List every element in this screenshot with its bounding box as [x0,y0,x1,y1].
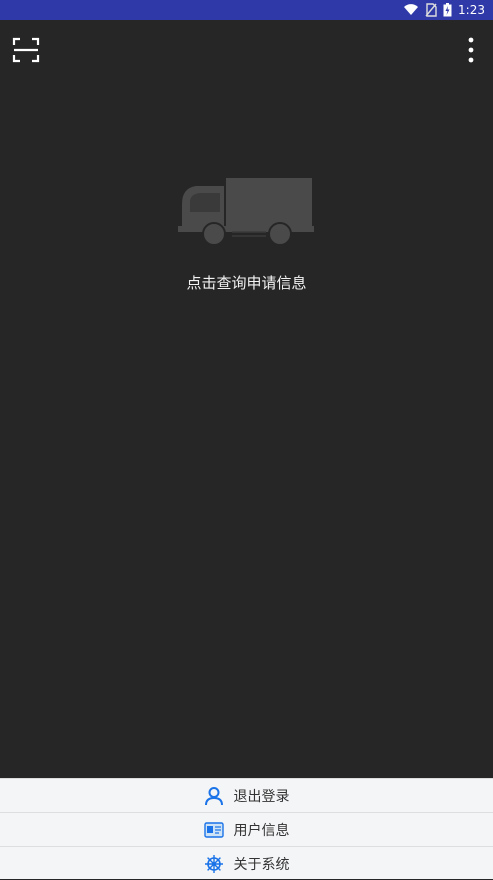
helm-icon [204,854,223,873]
about-system-button[interactable]: 关于系统 [0,847,493,880]
more-vert-icon [468,37,474,63]
wifi-icon [404,4,419,16]
logout-button[interactable]: 退出登录 [0,779,493,813]
status-time: 1:23 [458,3,485,17]
id-card-icon [203,821,224,838]
no-sim-icon [425,3,437,17]
truck-icon [178,178,314,246]
user-info-button[interactable]: 用户信息 [0,813,493,847]
logout-label: 退出登录 [233,788,290,805]
about-system-label: 关于系统 [233,856,290,873]
overflow-menu-button[interactable] [463,34,479,66]
scan-icon [12,37,40,63]
status-icons: 1:23 [403,0,485,20]
user-info-label: 用户信息 [233,822,290,839]
scan-button[interactable] [10,34,42,66]
empty-state[interactable]: 点击查询申请信息 [0,170,493,310]
query-hint-text[interactable]: 点击查询申请信息 [0,272,493,293]
app-bar [0,20,493,78]
battery-charging-icon [443,3,452,17]
bottom-menu: 退出登录 用户信息 关于系统 [0,778,493,879]
status-bar: 1:23 [0,0,493,20]
user-icon [204,786,223,805]
